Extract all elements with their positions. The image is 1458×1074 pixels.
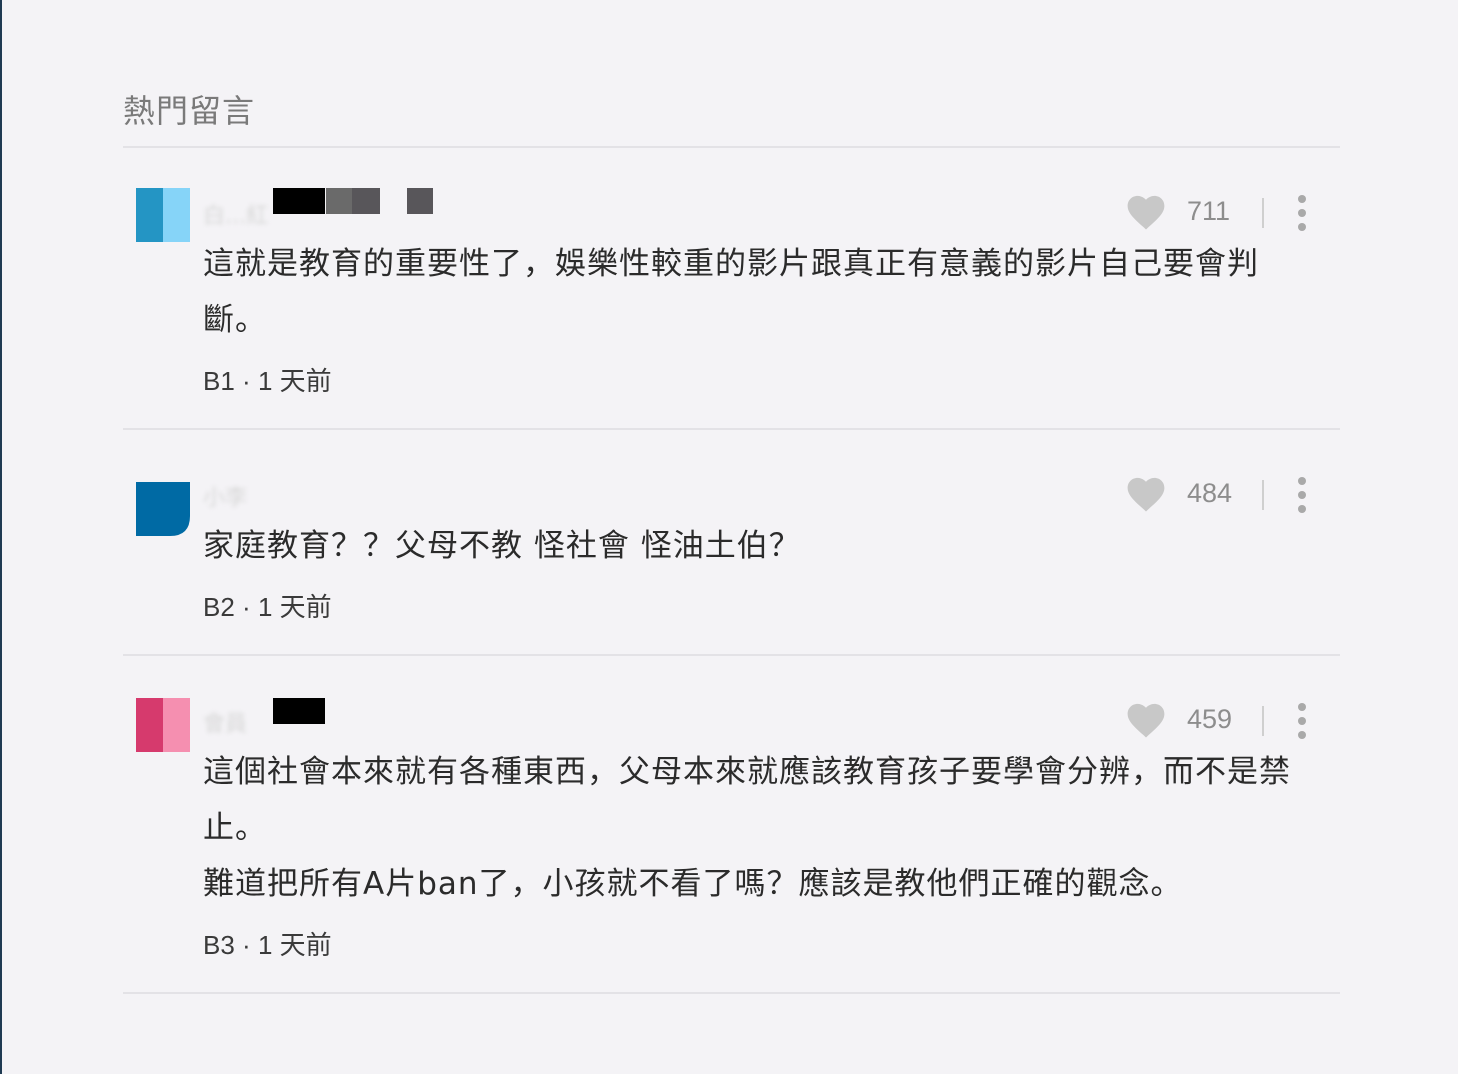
floor-label: B2 [203, 592, 235, 622]
comment-divider [123, 654, 1340, 656]
redaction-block [352, 188, 380, 214]
username[interactable]: 小李 [203, 480, 247, 511]
meta-dot: · [242, 366, 251, 396]
timestamp: 1 天前 [257, 930, 332, 960]
timestamp: 1 天前 [257, 592, 332, 622]
comment-line: 斷。 [203, 302, 267, 338]
comment-line: 難道把所有A片ban了，小孩就不看了嗎？應該是教他們正確的觀念。 [203, 866, 1183, 902]
redaction-block [273, 698, 325, 724]
comment-line: 家庭教育？？父母不教 怪社會 怪油土伯？ [203, 528, 801, 564]
heart-icon[interactable] [1125, 700, 1167, 740]
comment-item: 會員 459 這個社會本來就有各種東西，父母本來就應該教育孩子要學會分辨，而不是… [123, 688, 1340, 988]
comment-line: 這個社會本來就有各種東西，父母本來就應該教育孩子要學會分辨，而不是禁 [203, 754, 1291, 790]
meta-dot: · [242, 592, 251, 622]
comment-divider [123, 992, 1340, 994]
comment-line: 這就是教育的重要性了，娛樂性較重的影片跟真正有意義的影片自己要會判 [203, 246, 1259, 282]
avatar[interactable] [136, 698, 190, 752]
like-separator [1262, 706, 1264, 736]
comment-item: 小李 484 家庭教育？？父母不教 怪社會 怪油土伯？ B2 · 1 天前 [123, 462, 1340, 642]
comment-body: 這就是教育的重要性了，娛樂性較重的影片跟真正有意義的影片自己要會判 斷。 [203, 236, 1323, 348]
comment-line: 止。 [203, 810, 267, 846]
like-count: 484 [1187, 478, 1233, 508]
redaction-block [407, 188, 433, 214]
more-vertical-icon[interactable] [1295, 477, 1309, 513]
comment-item: 白...紅 711 這就是教育的重要性了，娛樂性較重的影片跟真正有意義的影片自己… [123, 180, 1340, 420]
comment-divider [123, 428, 1340, 430]
like-count: 459 [1187, 704, 1233, 734]
comment-body: 這個社會本來就有各種東西，父母本來就應該教育孩子要學會分辨，而不是禁 止。 難道… [203, 744, 1323, 912]
avatar[interactable] [136, 482, 190, 536]
comment-body: 家庭教育？？父母不教 怪社會 怪油土伯？ [203, 518, 1323, 574]
comment-meta: B3 · 1 天前 [203, 925, 332, 962]
meta-dot: · [242, 930, 251, 960]
heart-icon[interactable] [1125, 192, 1167, 232]
like-area: 459 [1125, 696, 1340, 746]
more-vertical-icon[interactable] [1295, 703, 1309, 739]
username[interactable]: 白...紅 [203, 198, 268, 229]
avatar[interactable] [136, 188, 190, 242]
floor-label: B3 [203, 930, 235, 960]
username[interactable]: 會員 [203, 706, 247, 737]
section-title: 熱門留言 [123, 92, 256, 130]
comment-meta: B2 · 1 天前 [203, 587, 332, 624]
more-vertical-icon[interactable] [1295, 195, 1309, 231]
floor-label: B1 [203, 366, 235, 396]
comment-meta: B1 · 1 天前 [203, 361, 332, 398]
like-separator [1262, 198, 1264, 228]
timestamp: 1 天前 [257, 366, 332, 396]
like-area: 711 [1125, 188, 1340, 238]
redaction-block [273, 188, 325, 214]
redaction-block [326, 188, 352, 214]
section-divider [123, 146, 1340, 148]
like-count: 711 [1187, 196, 1231, 226]
heart-icon[interactable] [1125, 474, 1167, 514]
like-area: 484 [1125, 470, 1340, 520]
like-separator [1262, 480, 1264, 510]
